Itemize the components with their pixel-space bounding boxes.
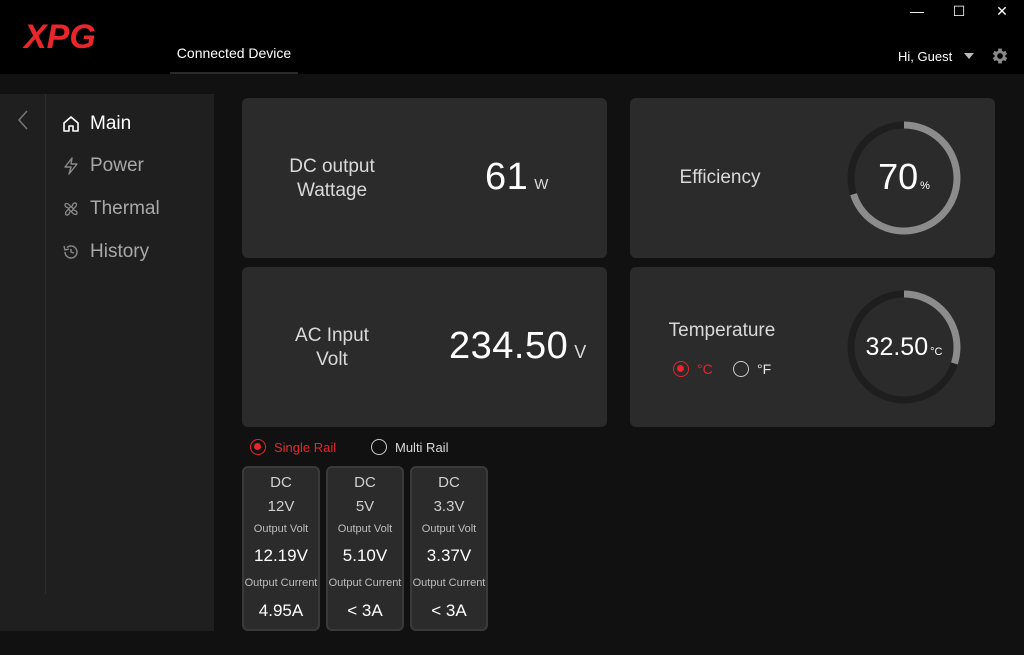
sidebar-item-label: History (90, 241, 150, 262)
rail-output-current: 4.95A (258, 601, 304, 620)
sidebar: Main Power Thermal History (0, 94, 214, 631)
home-icon (60, 113, 82, 135)
rail-output-volt-label: Output Volt (421, 523, 477, 535)
dc-output-card: DC output Wattage 61 W (242, 98, 607, 258)
single-rail-radio-indicator[interactable] (250, 439, 266, 455)
minimize-button[interactable]: — (905, 2, 929, 20)
dc-output-number: 61 (485, 156, 529, 198)
temperature-value: 32.50 °C (844, 333, 964, 362)
dc-output-label: DC output Wattage (267, 155, 397, 203)
multi-rail-label: Multi Rail (395, 439, 449, 455)
rail-output-current: < 3A (431, 601, 467, 620)
rail-output-volt: 3.37V (426, 546, 472, 565)
ac-input-value: 234.50 V (449, 325, 587, 368)
clock-icon (60, 241, 82, 263)
ac-input-label-line2: Volt (316, 349, 348, 370)
efficiency-value: 70% (844, 156, 964, 198)
lightning-icon (60, 155, 82, 177)
rail-type: DC (438, 474, 460, 491)
multi-rail-radio[interactable]: Multi Rail (371, 439, 448, 455)
rail-card-3v3: DC 3.3V Output Volt 3.37V Output Current… (410, 466, 488, 631)
rail-output-current-label: Output Current (328, 577, 402, 589)
sidebar-item-label: Thermal (90, 198, 160, 219)
ac-input-label-line1: AC Input (295, 325, 369, 346)
svg-text:XPG: XPG (22, 18, 96, 56)
rail-output-current: < 3A (347, 601, 383, 620)
user-menu[interactable]: Hi, Guest (898, 46, 975, 66)
multi-rail-radio-indicator[interactable] (371, 439, 387, 455)
rail-output-current-label: Output Current (244, 577, 318, 589)
temperature-card: Temperature °C °F 32.50 °C (630, 267, 995, 427)
dc-output-value: 61 W (485, 156, 549, 199)
rail-voltage: 5V (355, 498, 375, 515)
temperature-unit: °C (930, 346, 943, 358)
rail-type: DC (270, 474, 292, 491)
ac-input-number: 234.50 (449, 325, 569, 367)
temperature-label: Temperature (668, 320, 776, 341)
sidebar-item-label: Main (90, 113, 132, 134)
xpg-logo: XPG (22, 18, 96, 56)
rail-voltage: 3.3V (433, 498, 465, 515)
rail-type: DC (354, 474, 376, 491)
celsius-radio-label: °C (697, 361, 713, 377)
sidebar-item-power[interactable]: Power (60, 151, 144, 181)
title-bar: XPG Connected Device — ☐ ✕ Hi, Guest (0, 0, 1024, 74)
efficiency-label: Efficiency (679, 167, 761, 188)
rail-card-5v: DC 5V Output Volt 5.10V Output Current <… (326, 466, 404, 631)
rail-output-volt-label: Output Volt (337, 523, 393, 535)
rail-card-12v: DC 12V Output Volt 12.19V Output Current… (242, 466, 320, 631)
celsius-radio[interactable]: °C (673, 361, 713, 377)
rail-output-volt-label: Output Volt (253, 523, 309, 535)
sidebar-item-main[interactable]: Main (60, 109, 131, 139)
sidebar-item-thermal[interactable]: Thermal (60, 194, 160, 224)
chevron-left-icon[interactable] (14, 108, 32, 132)
celsius-radio-indicator[interactable] (673, 361, 689, 377)
sidebar-divider (45, 94, 46, 594)
ac-input-label: AC Input Volt (267, 324, 397, 372)
fahrenheit-radio-label: °F (757, 361, 772, 377)
rail-output-volt: 12.19V (254, 546, 308, 565)
gear-icon[interactable] (990, 46, 1010, 66)
dc-output-label-line1: DC output (289, 156, 375, 177)
rail-output-current-label: Output Current (412, 577, 486, 589)
sidebar-item-history[interactable]: History (60, 237, 149, 267)
efficiency-unit: % (920, 180, 930, 192)
rail-output-volt: 5.10V (342, 546, 388, 565)
user-greeting: Hi, Guest (898, 48, 953, 64)
rail-voltage: 12V (267, 498, 295, 515)
ac-input-card: AC Input Volt 234.50 V (242, 267, 607, 427)
ac-input-unit: V (574, 342, 587, 362)
fahrenheit-radio-indicator[interactable] (733, 361, 749, 377)
maximize-button[interactable]: ☐ (947, 2, 971, 20)
temperature-number: 32.50 (865, 333, 929, 361)
dc-output-label-line2: Wattage (296, 180, 368, 201)
single-rail-radio[interactable]: Single Rail (250, 439, 336, 455)
sidebar-item-label: Power (90, 155, 144, 176)
tab-connected-device[interactable]: Connected Device (170, 36, 298, 74)
dc-output-unit: W (534, 176, 549, 193)
close-button[interactable]: ✕ (990, 2, 1014, 20)
fan-icon (60, 198, 82, 220)
efficiency-card: Efficiency 70% (630, 98, 995, 258)
single-rail-label: Single Rail (274, 439, 337, 455)
fahrenheit-radio[interactable]: °F (733, 361, 771, 377)
caret-down-icon (964, 53, 975, 59)
efficiency-number: 70 (878, 156, 919, 197)
